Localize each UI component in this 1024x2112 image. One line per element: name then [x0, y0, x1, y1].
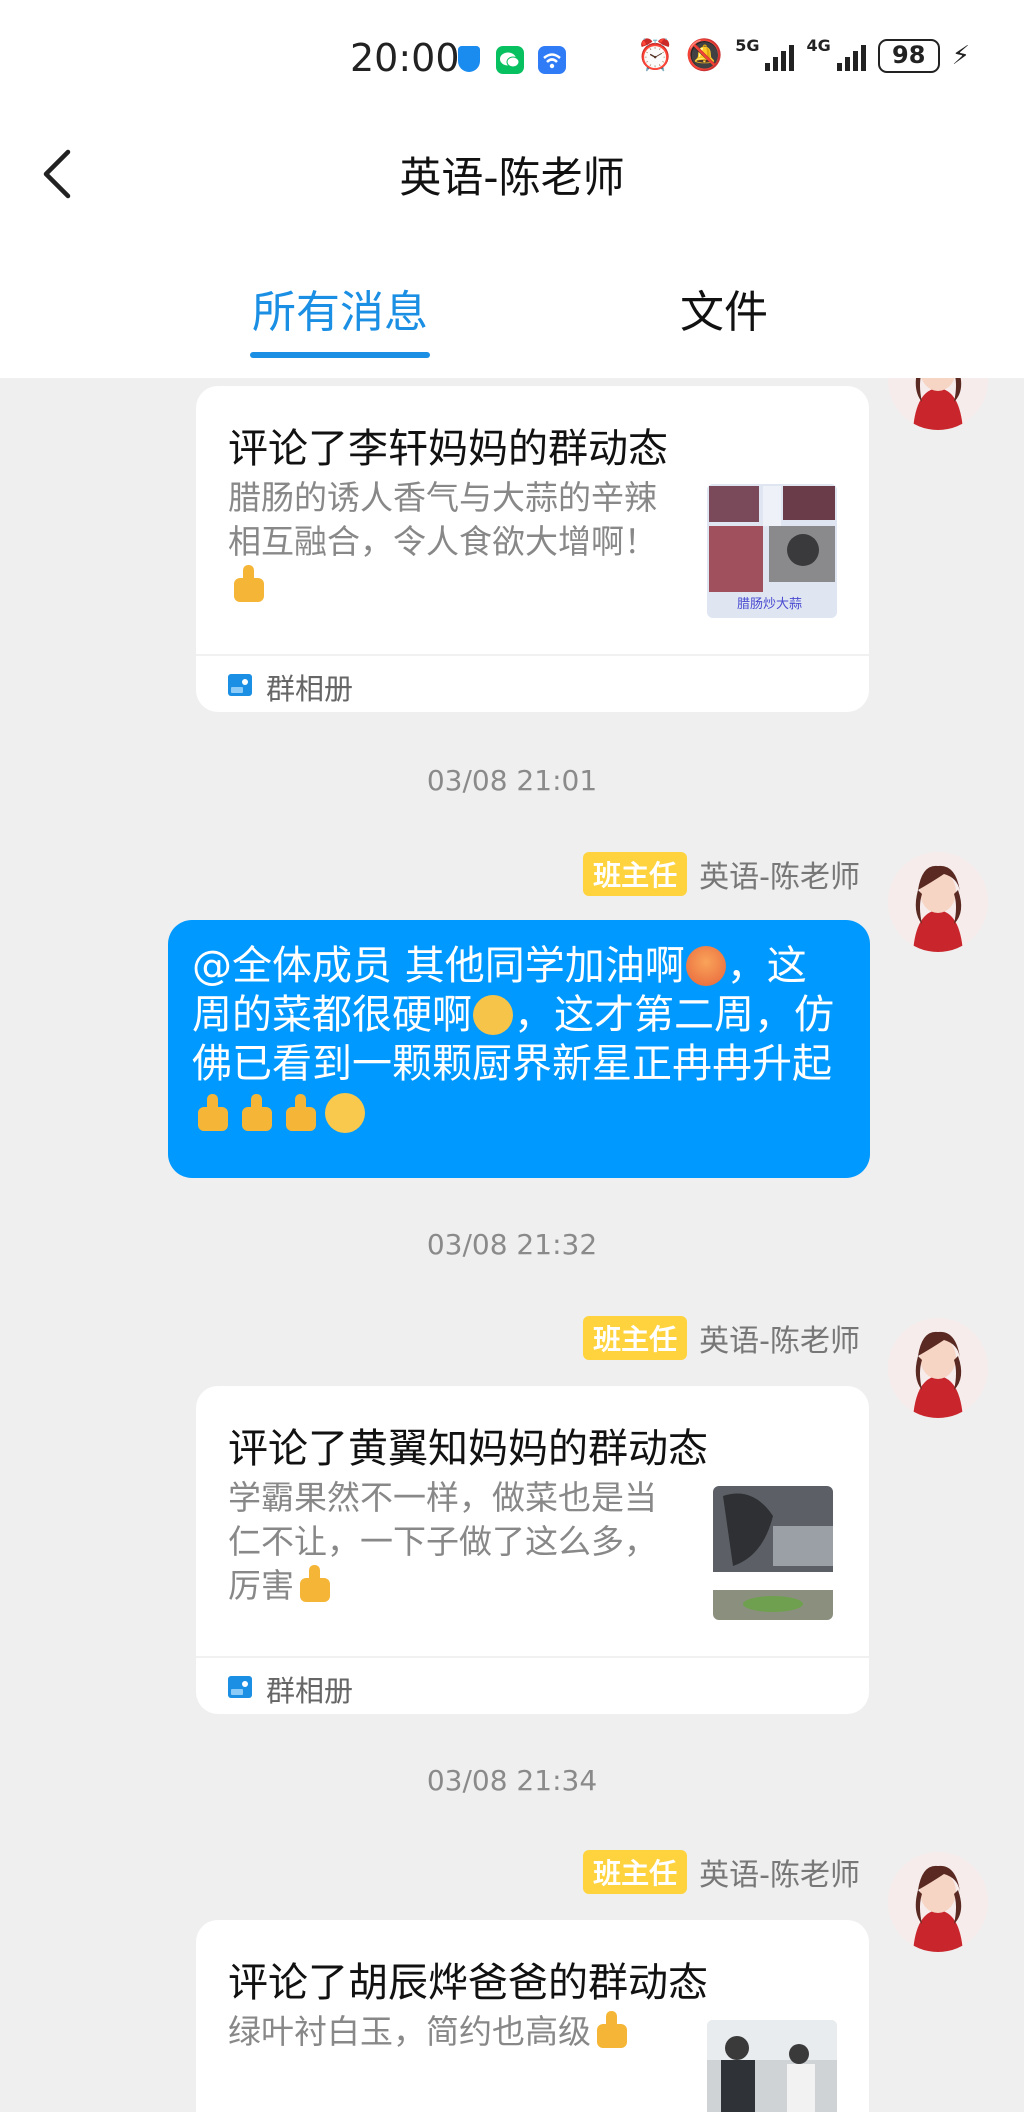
wechat-icon — [496, 46, 524, 74]
angry-emoji — [685, 946, 726, 986]
sender-info: 班主任 英语-陈老师 — [583, 852, 860, 896]
status-bar: 20:00 ⏰ 🔕 5G 4G 98 ⚡ — [0, 0, 1024, 110]
battery-icon: 98 — [877, 38, 940, 73]
album-icon — [228, 674, 252, 696]
tab-files[interactable]: 文件 — [680, 276, 768, 340]
post-thumbnail[interactable]: 腊肠炒大蒜 — [707, 484, 837, 618]
activity-card[interactable]: 评论了黄翼知妈妈的群动态 学霸果然不一样，做菜也是当仁不让，一下子做了这么多，厉… — [196, 1386, 869, 1714]
tab-bar: 所有消息 文件 — [0, 230, 1024, 378]
card-footer: 群相册 — [196, 654, 869, 712]
role-badge: 班主任 — [583, 852, 688, 896]
card-title: 评论了胡辰烨爸爸的群动态 — [228, 1960, 708, 2006]
shield-icon — [458, 46, 480, 72]
thumbs-up-emoji — [194, 1093, 234, 1133]
card-text: 学霸果然不一样，做菜也是当仁不让，一下子做了这么多，厉害 — [228, 1478, 657, 1605]
post-thumbnail[interactable] — [713, 1486, 833, 1620]
thumbnail-caption: 腊肠炒大蒜 — [737, 597, 803, 612]
avatar[interactable] — [888, 1852, 988, 1952]
status-indicators: ⏰ 🔕 5G 4G 98 ⚡ — [636, 36, 970, 74]
avatar[interactable] — [888, 1318, 988, 1418]
group-album-label: 群相册 — [266, 1674, 354, 1708]
card-title: 评论了李轩妈妈的群动态 — [228, 426, 668, 472]
wifi-hotspot-icon — [538, 46, 566, 74]
sender-info: 班主任 英语-陈老师 — [583, 1850, 860, 1894]
thumbs-up-emoji — [238, 1093, 278, 1133]
role-badge: 班主任 — [583, 1316, 688, 1360]
signal-icon-2 — [836, 41, 866, 71]
charging-icon: ⚡ — [951, 40, 970, 71]
sender-name: 英语-陈老师 — [699, 1858, 860, 1893]
timestamp: 03/08 21:01 — [426, 764, 598, 797]
alarm-icon: ⏰ — [636, 38, 674, 73]
timestamp: 03/08 21:34 — [426, 1764, 598, 1797]
hug-emoji — [325, 1093, 365, 1133]
network-type-4g: 4G — [806, 36, 831, 55]
tab-all-messages[interactable]: 所有消息 — [250, 276, 430, 358]
role-badge: 班主任 — [583, 1850, 688, 1894]
thumbs-up-emoji — [593, 2010, 633, 2050]
chat-header: 英语-陈老师 — [0, 110, 1024, 230]
sender-info: 班主任 英语-陈老师 — [583, 1316, 860, 1360]
activity-card[interactable]: 评论了胡辰烨爸爸的群动态 绿叶衬白玉，简约也高级 — [196, 1920, 869, 2112]
thumbs-up-emoji — [230, 564, 270, 604]
message-list[interactable]: 评论了李轩妈妈的群动态 腊肠的诱人香气与大蒜的辛辣相互融合，令人食欲大增啊！ 腊… — [0, 378, 1024, 2112]
network-type-5g: 5G — [735, 36, 760, 55]
card-title: 评论了黄翼知妈妈的群动态 — [228, 1426, 708, 1472]
card-text: 绿叶衬白玉，简约也高级 — [228, 2010, 658, 2054]
timestamp: 03/08 21:32 — [426, 1228, 598, 1261]
avatar[interactable] — [888, 378, 988, 430]
sender-name: 英语-陈老师 — [699, 1324, 860, 1359]
giggle-emoji — [473, 995, 513, 1035]
status-time: 20:00 — [350, 36, 460, 80]
card-footer: 群相册 — [196, 1656, 869, 1714]
mute-bell-icon: 🔕 — [685, 38, 724, 73]
thumbs-up-emoji — [296, 1564, 336, 1604]
bubble-text: @全体成员 其他同学加油啊 — [192, 943, 685, 989]
activity-card[interactable]: 评论了李轩妈妈的群动态 腊肠的诱人香气与大蒜的辛辣相互融合，令人食欲大增啊！ 腊… — [196, 386, 869, 712]
post-thumbnail[interactable] — [707, 2020, 837, 2112]
message-bubble[interactable]: @全体成员 其他同学加油啊 ，这周的菜都很硬啊 ，这才第二周，仿佛已看到一颗颗厨界新… — [168, 920, 870, 1178]
signal-icon — [765, 41, 795, 71]
thumbs-up-emoji — [282, 1093, 322, 1133]
sender-name: 英语-陈老师 — [699, 860, 860, 895]
page-title: 英语-陈老师 — [399, 153, 625, 202]
avatar[interactable] — [888, 852, 988, 952]
card-text: 腊肠的诱人香气与大蒜的辛辣相互融合，令人食欲大增啊！ — [228, 476, 658, 608]
album-icon — [228, 1676, 252, 1698]
group-album-label: 群相册 — [266, 672, 354, 706]
